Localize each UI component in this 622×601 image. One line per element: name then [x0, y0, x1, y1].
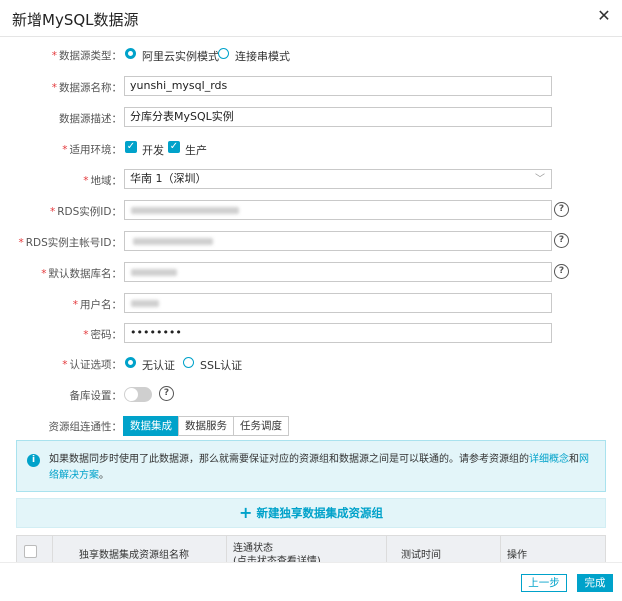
field-default-database: * 默认数据库名： ? — [0, 262, 622, 284]
redacted-value — [133, 238, 213, 245]
tab-task-scheduling[interactable]: 任务调度 — [233, 416, 289, 436]
add-resource-group-button[interactable]: + 新建独享数据集成资源组 — [16, 498, 606, 528]
source-desc-label: 数据源描述： — [59, 113, 122, 125]
required-mark: * — [83, 175, 89, 187]
rds-owner-id-input[interactable] — [124, 231, 552, 251]
toggle-knob — [125, 388, 138, 401]
region-label: 地域： — [90, 175, 123, 187]
checkbox-dev-label[interactable]: 开发 — [142, 142, 164, 158]
previous-button[interactable]: 上一步 — [521, 574, 567, 592]
help-icon[interactable]: ? — [554, 264, 569, 279]
default-database-input[interactable] — [124, 262, 552, 282]
radio-no-auth[interactable] — [125, 357, 136, 368]
field-region: * 地域： 华南 1（深圳） ﹀ — [0, 169, 622, 191]
required-mark: * — [62, 144, 68, 156]
environment-label: 适用环境： — [69, 144, 123, 156]
password-label: 密码： — [90, 329, 123, 341]
field-source-name: * 数据源名称： yunshi_mysql_rds — [0, 76, 622, 98]
required-mark: * — [83, 329, 89, 341]
resource-group-table-header: 独享数据集成资源组名称 连通状态 (点击状态查看详情) 测试时间 操作 — [16, 535, 606, 567]
help-icon[interactable]: ? — [554, 202, 569, 217]
radio-aliyun-instance-label[interactable]: 阿里云实例模式 — [142, 48, 219, 64]
column-status: 连通状态 (点击状态查看详情) — [227, 536, 387, 567]
done-button[interactable]: 完成 — [577, 574, 613, 592]
field-source-type: * 数据源类型： 阿里云实例模式 连接串模式 — [0, 44, 622, 66]
rds-instance-id-input[interactable] — [124, 200, 552, 220]
checkbox-prod[interactable]: ✓ — [168, 141, 180, 153]
field-standby: 备库设置： ? — [0, 384, 622, 406]
auth-option-label: 认证选项： — [69, 359, 123, 371]
checkbox-dev[interactable]: ✓ — [125, 141, 137, 153]
source-name-label: 数据源名称： — [59, 82, 122, 94]
checkbox-prod-label[interactable]: 生产 — [185, 142, 207, 158]
field-auth-option: * 认证选项： 无认证 SSL认证 — [0, 353, 622, 375]
field-rds-owner-id: * RDS实例主帐号ID： ? — [0, 231, 622, 253]
info-notice-text: 如果数据同步时使用了此数据源，那么就需要保证对应的资源组和数据源之间是可以联通的… — [49, 454, 589, 481]
add-resource-group-label: 新建独享数据集成资源组 — [256, 506, 383, 520]
radio-connection-string[interactable] — [218, 48, 229, 59]
source-type-label: 数据源类型： — [59, 50, 122, 62]
region-select[interactable]: 华南 1（深圳） ﹀ — [124, 169, 552, 189]
redacted-value — [131, 269, 177, 276]
field-environment: * 适用环境： ✓ 开发 ✓ 生产 — [0, 138, 622, 160]
standby-label: 备库设置： — [69, 390, 123, 402]
radio-connection-string-label[interactable]: 连接串模式 — [235, 48, 290, 64]
rds-owner-id-label: RDS实例主帐号ID： — [25, 237, 122, 249]
select-all-cell — [17, 536, 53, 564]
field-password: * 密码： •••••••• — [0, 323, 622, 345]
radio-ssl-auth[interactable] — [183, 357, 194, 368]
tab-data-service[interactable]: 数据服务 — [178, 416, 234, 436]
redacted-value — [131, 300, 159, 307]
connectivity-tabs: 数据集成 数据服务 任务调度 — [123, 416, 289, 436]
chevron-down-icon: ﹀ — [535, 174, 545, 185]
close-icon[interactable]: ✕ — [594, 6, 614, 26]
help-icon[interactable]: ? — [554, 233, 569, 248]
redacted-value — [131, 207, 239, 214]
connectivity-label: 资源组连通性： — [48, 421, 123, 433]
column-group-name: 独享数据集成资源组名称 — [53, 536, 227, 564]
select-all-checkbox[interactable] — [24, 545, 37, 558]
tab-data-integration[interactable]: 数据集成 — [123, 416, 179, 436]
dialog-title: 新增MySQL数据源 — [12, 11, 139, 29]
dialog-footer: 上一步 完成 — [0, 562, 622, 601]
username-label: 用户名： — [80, 299, 122, 311]
required-mark: * — [41, 268, 47, 280]
field-connectivity: 资源组连通性： 数据集成 数据服务 任务调度 — [0, 416, 622, 438]
column-actions: 操作 — [507, 550, 527, 561]
radio-aliyun-instance[interactable] — [125, 48, 136, 59]
source-name-input[interactable]: yunshi_mysql_rds — [124, 76, 552, 96]
info-icon: i — [27, 454, 40, 467]
required-mark: * — [51, 50, 57, 62]
required-mark: * — [72, 299, 78, 311]
help-icon[interactable]: ? — [159, 386, 174, 401]
info-notice: i 如果数据同步时使用了此数据源，那么就需要保证对应的资源组和数据源之间是可以联… — [16, 440, 606, 492]
column-test-time: 测试时间 — [387, 536, 501, 564]
standby-toggle[interactable] — [124, 387, 152, 402]
rds-instance-id-label: RDS实例ID： — [57, 206, 122, 218]
password-input[interactable]: •••••••• — [124, 323, 552, 343]
field-rds-instance-id: * RDS实例ID： ? — [0, 200, 622, 222]
dialog-header: 新增MySQL数据源 ✕ — [0, 0, 622, 37]
plus-icon: + — [239, 503, 253, 522]
required-mark: * — [50, 206, 56, 218]
username-input[interactable] — [124, 293, 552, 313]
required-mark: * — [62, 359, 68, 371]
field-source-desc: 数据源描述： 分库分表MySQL实例 — [0, 107, 622, 129]
region-value: 华南 1（深圳） — [130, 172, 207, 185]
link-concepts[interactable]: 详细概念 — [529, 454, 569, 465]
default-database-label: 默认数据库名： — [48, 268, 123, 280]
field-username: * 用户名： — [0, 293, 622, 315]
required-mark: * — [18, 237, 24, 249]
radio-no-auth-label[interactable]: 无认证 — [142, 357, 175, 373]
source-desc-input[interactable]: 分库分表MySQL实例 — [124, 107, 552, 127]
required-mark: * — [51, 82, 57, 94]
radio-ssl-auth-label[interactable]: SSL认证 — [200, 357, 242, 373]
